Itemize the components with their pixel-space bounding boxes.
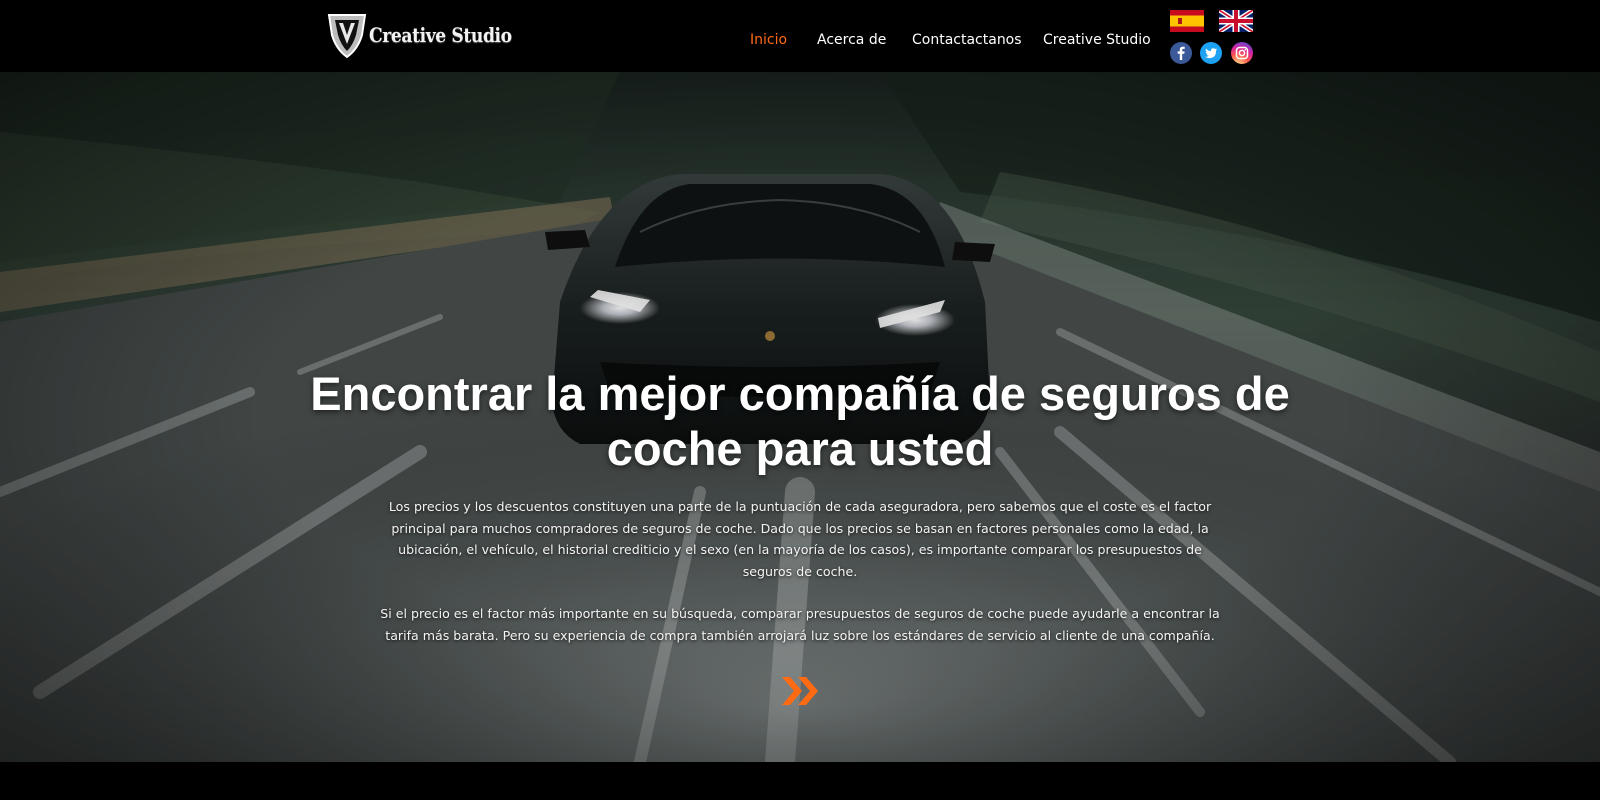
hero-content: Encontrar la mejor compañía de seguros d… — [0, 72, 1600, 762]
footer-strip — [0, 762, 1600, 800]
main-nav: Inicio Acerca de Contactactanos Creative… — [0, 32, 1600, 54]
nav-item-acerca-de[interactable]: Acerca de — [817, 32, 886, 48]
hero-title: Encontrar la mejor compañía de seguros d… — [310, 367, 1290, 475]
facebook-icon[interactable] — [1170, 42, 1192, 64]
double-chevron-right-icon[interactable] — [780, 674, 822, 708]
es-flag-icon[interactable] — [1170, 10, 1204, 32]
nav-item-inicio[interactable]: Inicio — [750, 32, 787, 48]
hero-section: Encontrar la mejor compañía de seguros d… — [0, 72, 1600, 762]
instagram-icon[interactable] — [1231, 42, 1253, 64]
nav-item-creative-studio[interactable]: Creative Studio — [1043, 32, 1151, 48]
uk-flag-icon[interactable] — [1219, 10, 1253, 32]
site-header: Creative Studio Inicio Acerca de Contact… — [0, 0, 1600, 72]
nav-item-contactanos[interactable]: Contactactanos — [912, 32, 1022, 48]
hero-paragraph: Los precios y los descuentos constituyen… — [388, 499, 1212, 579]
twitter-icon[interactable] — [1200, 42, 1222, 64]
hero-paragraph: Si el precio es el factor más importante… — [380, 606, 1220, 643]
